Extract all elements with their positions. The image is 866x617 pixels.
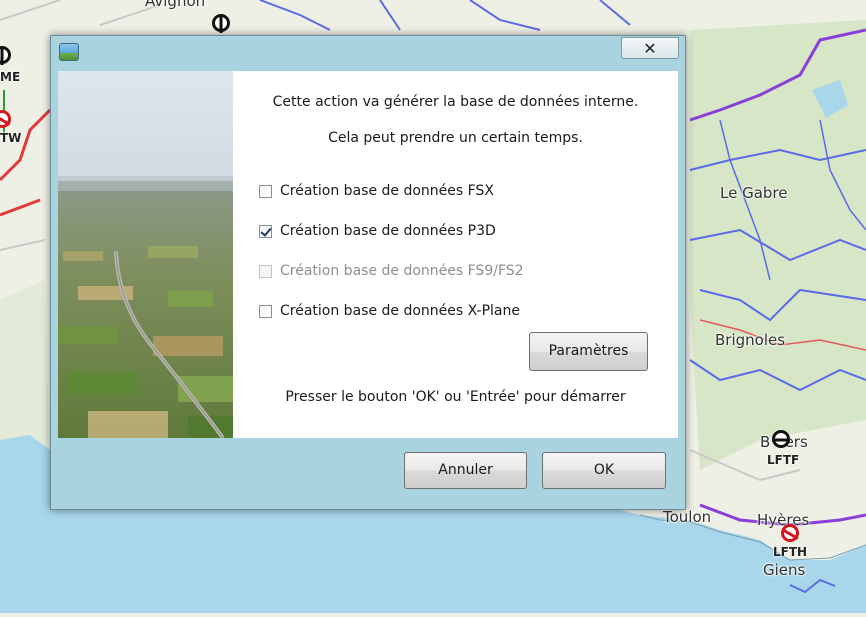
option-xplane[interactable]: Création base de données X-Plane [259, 301, 529, 321]
checkbox-xplane[interactable] [259, 304, 272, 318]
ok-button[interactable]: OK [542, 452, 666, 489]
parameters-button-label: Paramètres [548, 343, 629, 359]
close-icon: ✕ [643, 39, 657, 58]
aerial-landscape-svg [58, 71, 233, 438]
dialog-message-1: Cette action va générer la base de donné… [272, 94, 639, 110]
create-database-dialog: ✕ Cette action va générer la base de don… [50, 35, 686, 510]
airport-code-tw: TW [0, 131, 22, 145]
aerial-landscape-image [58, 71, 233, 438]
dialog-content: Cette action va générer la base de donné… [58, 71, 678, 438]
option-fs9[interactable]: Création base de données FS9/FS2004 [259, 261, 523, 281]
dialog-titlebar[interactable]: ✕ [51, 36, 685, 71]
close-button[interactable]: ✕ [621, 37, 679, 59]
ok-button-label: OK [593, 462, 615, 478]
option-fs9-label: Création base de données FS9/FS2004 [280, 263, 523, 279]
map-label-brignoles: Brignoles [715, 331, 786, 349]
airport-marker-lftf[interactable] [772, 430, 790, 448]
map-label-avignon: Avignon [145, 0, 206, 10]
app-icon [59, 43, 79, 61]
map-label-giens: Giens [763, 561, 806, 579]
parameters-button[interactable]: Paramètres [529, 332, 648, 371]
checkbox-fsx[interactable] [259, 184, 272, 198]
cancel-button[interactable]: Annuler [404, 452, 527, 489]
dialog-hint: Presser le bouton 'OK' ou 'Entrée' pour … [285, 389, 626, 405]
dialog-message-2: Cela peut prendre un certain temps. [328, 130, 583, 146]
option-p3d[interactable]: Création base de données P3D [259, 221, 529, 241]
map-label-le-gabre: Le Gabre [720, 184, 788, 202]
option-fsx[interactable]: Création base de données FSX [259, 181, 529, 201]
airport-code-me: ME [0, 70, 21, 84]
airport-code-lfth: LFTH [773, 545, 808, 559]
map-label-toulon: Toulon [663, 508, 712, 526]
checkbox-p3d[interactable] [259, 224, 272, 238]
airport-marker-lfth[interactable] [781, 524, 799, 542]
option-xplane-label: Création base de données X-Plane [280, 303, 520, 319]
airport-code-lftf: LFTF [767, 453, 800, 467]
option-fsx-label: Création base de données FSX [280, 183, 494, 199]
option-p3d-label: Création base de données P3D [280, 223, 496, 239]
airport-marker-avignon[interactable] [212, 14, 230, 32]
checkbox-fs9[interactable] [259, 264, 272, 278]
cancel-button-label: Annuler [438, 462, 493, 478]
